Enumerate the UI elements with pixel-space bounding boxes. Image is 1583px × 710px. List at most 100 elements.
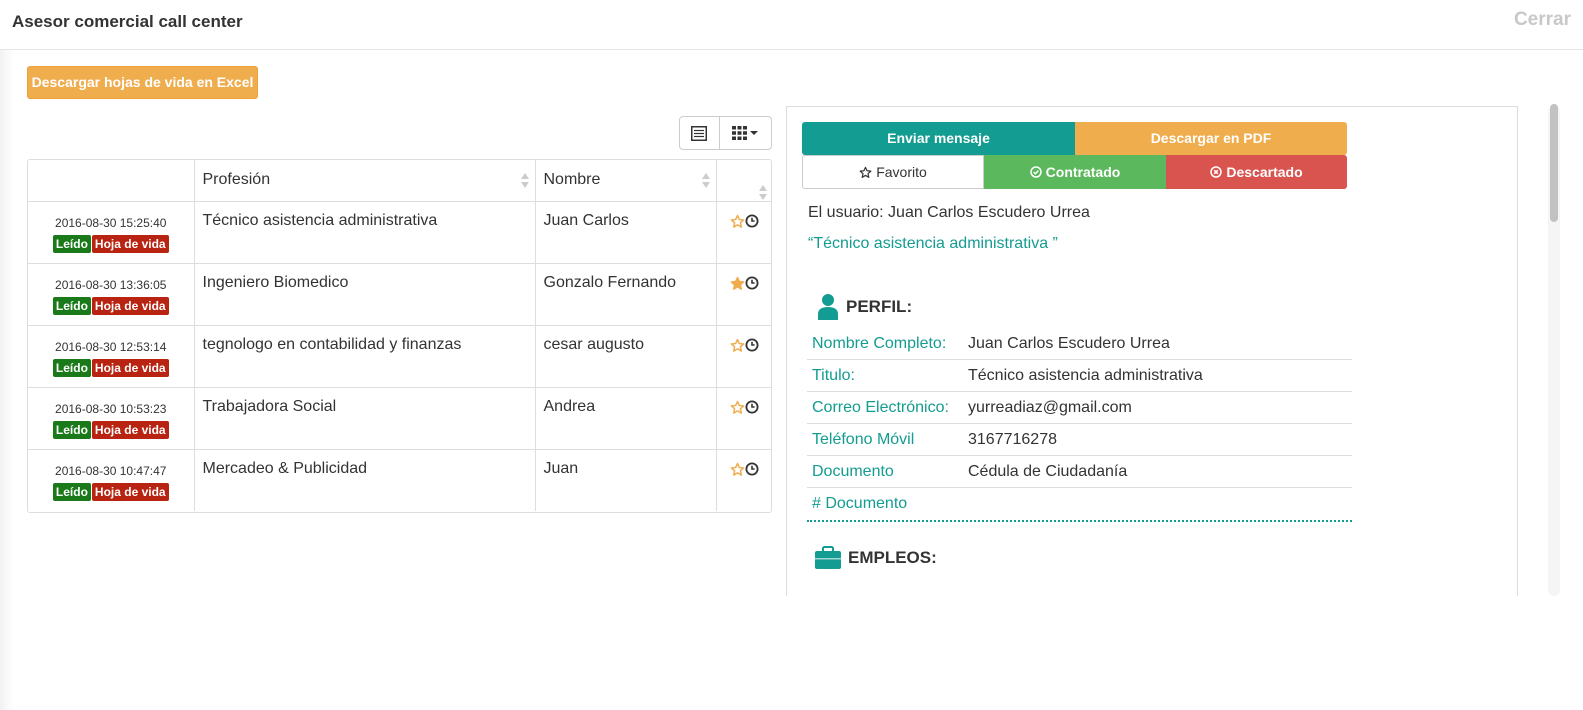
detail-actions-primary: Enviar mensaje Descargar en PDF: [802, 122, 1347, 155]
hired-button[interactable]: Contratado: [984, 155, 1166, 189]
cv-badge[interactable]: Hoja de vida: [91, 420, 169, 439]
jobs-heading: EMPLEOS:: [814, 546, 937, 570]
briefcase-icon: [815, 546, 841, 569]
row-actions-cell: [716, 387, 771, 450]
table-row[interactable]: 2016-08-30 13:36:05 Leído Hoja de vida Inge…: [28, 263, 771, 326]
left-shadow: [0, 50, 14, 710]
row-actions-cell: [716, 325, 771, 388]
table-row[interactable]: 2016-08-30 12:53:14 Leído Hoja de vida tegn…: [28, 325, 771, 388]
cv-badge[interactable]: Hoja de vida: [91, 358, 169, 377]
jobs-heading-label: EMPLEOS:: [848, 548, 937, 567]
star-outline-icon[interactable]: [730, 462, 745, 477]
page-title: Asesor comercial call center: [12, 12, 243, 31]
sort-icon: [701, 173, 710, 189]
star-outline-icon: [859, 166, 872, 178]
star-outline-icon[interactable]: [730, 338, 745, 353]
row-date: 2016-08-30 15:25:40: [55, 215, 167, 230]
detail-actions-status: Favorito Contratado Descartado: [802, 155, 1347, 189]
profession-quote: “Técnico asistencia administrativa ”: [808, 235, 1058, 252]
status-badges: Leído Hoja de vida: [52, 234, 169, 253]
profile-row: Teléfono Móvil 3167716278: [807, 424, 1352, 456]
profile-label: Nombre Completo:: [812, 334, 947, 352]
profile-heading: PERFIL:: [816, 293, 912, 320]
row-actions-cell: [716, 263, 771, 326]
download-excel-button[interactable]: Descargar hojas de vida en Excel: [27, 66, 258, 99]
close-button[interactable]: Cerrar: [1514, 9, 1571, 31]
star-outline-icon[interactable]: [730, 214, 745, 229]
table-row[interactable]: 2016-08-30 10:47:47 Leído Hoja de vida Merc…: [28, 449, 771, 511]
list-view-icon: [691, 125, 708, 141]
user-name-line: El usuario: Juan Carlos Escudero Urrea: [808, 204, 1090, 221]
discard-label: Descartado: [1226, 164, 1303, 180]
clock-icon[interactable]: [745, 214, 759, 228]
date-cell: 2016-08-30 12:53:14 Leído Hoja de vida: [28, 325, 195, 388]
row-date: 2016-08-30 12:53:14: [55, 339, 167, 354]
status-badges: Leído Hoja de vida: [52, 420, 169, 439]
profile-row: Correo Electrónico: yurreadiaz@gmail.com: [807, 392, 1352, 424]
status-badges: Leído Hoja de vida: [52, 358, 169, 377]
profile-heading-label: PERFIL:: [846, 296, 913, 316]
profession-cell: Ingeniero Biomedico: [194, 263, 536, 326]
date-cell: 2016-08-30 13:36:05 Leído Hoja de vida: [28, 263, 195, 326]
discard-button[interactable]: Descartado: [1166, 155, 1347, 189]
read-badge: Leído: [52, 296, 91, 315]
profile-row: # Documento: [807, 488, 1352, 520]
profile-label: Titulo:: [812, 366, 855, 384]
date-cell: 2016-08-30 15:25:40 Leído Hoja de vida: [28, 201, 195, 264]
profession-cell: Técnico asistencia administrativa: [194, 201, 536, 264]
cv-badge[interactable]: Hoja de vida: [91, 482, 169, 501]
clock-icon[interactable]: [745, 338, 759, 352]
date-cell: 2016-08-30 10:47:47 Leído Hoja de vida: [28, 449, 195, 511]
row-date: 2016-08-30 10:47:47: [55, 463, 167, 478]
profile-label: Documento: [812, 462, 894, 480]
profile-row: Nombre Completo: Juan Carlos Escudero Urr…: [807, 328, 1352, 360]
column-header-name[interactable]: Nombre: [535, 160, 717, 202]
name-cell: cesar augusto: [535, 325, 717, 388]
top-bar: Asesor comercial call center Cerrar: [0, 0, 1583, 50]
row-date: 2016-08-30 13:36:05: [55, 277, 167, 292]
cv-badge[interactable]: Hoja de vida: [91, 234, 169, 253]
profession-cell: Mercadeo & Publicidad: [194, 449, 536, 511]
table-row[interactable]: 2016-08-30 15:25:40 Leído Hoja de vida Técn…: [28, 201, 771, 264]
star-outline-icon[interactable]: [730, 400, 745, 415]
sort-icon: [520, 173, 529, 189]
favorite-label: Favorito: [876, 164, 927, 180]
check-circle-icon: [1029, 166, 1042, 178]
profile-value: Cédula de Ciudadanía: [968, 462, 1128, 480]
profession-cell: Trabajadora Social: [194, 387, 536, 450]
toggle-view-button[interactable]: [680, 117, 720, 149]
user-icon: [818, 294, 838, 320]
star-filled-icon[interactable]: [730, 276, 745, 291]
name-cell: Juan: [535, 449, 717, 511]
profile-row: Documento Cédula de Ciudadanía: [807, 456, 1352, 488]
clock-icon[interactable]: [745, 276, 759, 290]
profile-value: 3167716278: [968, 430, 1057, 448]
grid-icon: [732, 126, 748, 140]
column-header-profession[interactable]: Profesión: [194, 160, 536, 202]
table-row[interactable]: 2016-08-30 10:53:23 Leído Hoja de vida Trab…: [28, 387, 771, 450]
clock-icon[interactable]: [745, 400, 759, 414]
column-header-date: [28, 160, 195, 202]
clock-icon[interactable]: [745, 462, 759, 476]
profile-value: yurreadiaz@gmail.com: [968, 398, 1132, 416]
detail-scrollbar-thumb[interactable]: [1550, 104, 1558, 222]
favorite-button[interactable]: Favorito: [802, 155, 984, 189]
row-actions-cell: [716, 449, 771, 511]
sort-icon: [759, 185, 767, 201]
column-header-actions[interactable]: [716, 160, 771, 202]
profile-label: # Documento: [812, 495, 908, 512]
candidates-table: Profesión Nombre 2016-08-30 15:25:40 Leíd…: [27, 159, 772, 513]
chevron-down-icon: [750, 131, 759, 135]
column-header-label: Profesión: [202, 171, 271, 188]
hired-label: Contratado: [1045, 164, 1121, 180]
cv-badge[interactable]: Hoja de vida: [91, 296, 169, 315]
profile-value: Juan Carlos Escudero Urrea: [968, 334, 1170, 352]
name-cell: Andrea: [535, 387, 717, 450]
row-actions-cell: [716, 201, 771, 264]
send-message-button[interactable]: Enviar mensaje: [802, 122, 1075, 155]
columns-dropdown-button[interactable]: [720, 117, 771, 149]
download-pdf-button[interactable]: Descargar en PDF: [1075, 122, 1347, 155]
column-header-label: Nombre: [543, 171, 601, 188]
name-cell: Gonzalo Fernando: [535, 263, 717, 326]
profession-cell: tegnologo en contabilidad y finanzas: [194, 325, 536, 388]
